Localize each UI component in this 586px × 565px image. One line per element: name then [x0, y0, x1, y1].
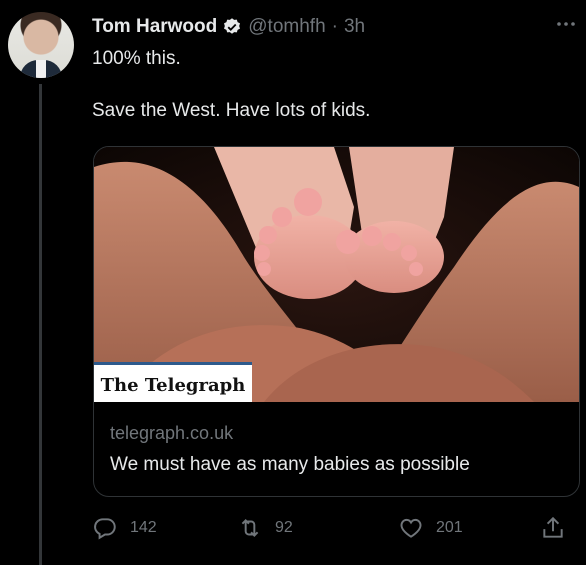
link-card[interactable]: The Telegraph telegraph.co.uk We must ha…	[93, 146, 580, 497]
telegraph-logo: The Telegraph	[94, 362, 252, 402]
author-handle[interactable]: @tomhfh	[248, 16, 325, 38]
tweet-actions: 142 92 201	[92, 512, 578, 544]
separator: ·	[331, 16, 338, 37]
retweet-button[interactable]: 92	[237, 512, 293, 544]
thread-line	[39, 84, 42, 565]
share-button[interactable]	[540, 512, 578, 544]
card-domain: telegraph.co.uk	[110, 423, 234, 443]
share-icon	[543, 516, 563, 538]
retweet-count: 92	[275, 519, 293, 536]
tweet-header: Tom Harwood @tomhfh · 3h	[92, 14, 365, 40]
like-count: 201	[436, 519, 463, 536]
like-button[interactable]: 201	[398, 512, 463, 544]
reply-button[interactable]: 142	[92, 512, 157, 544]
more-icon[interactable]	[554, 14, 578, 34]
card-title: We must have as many babies as possible	[110, 454, 470, 475]
retweet-icon	[241, 519, 259, 537]
reply-count: 142	[130, 519, 157, 536]
tweet-time[interactable]: 3h	[344, 16, 365, 38]
tweet-text: 100% this. Save the West. Have lots of k…	[92, 48, 371, 121]
avatar-shirt	[36, 60, 46, 78]
author-name[interactable]: Tom Harwood	[92, 16, 217, 38]
reply-icon	[94, 518, 116, 540]
like-icon	[400, 518, 422, 538]
avatar[interactable]	[8, 12, 74, 78]
verified-icon	[224, 18, 241, 34]
card-image: The Telegraph	[94, 147, 579, 402]
